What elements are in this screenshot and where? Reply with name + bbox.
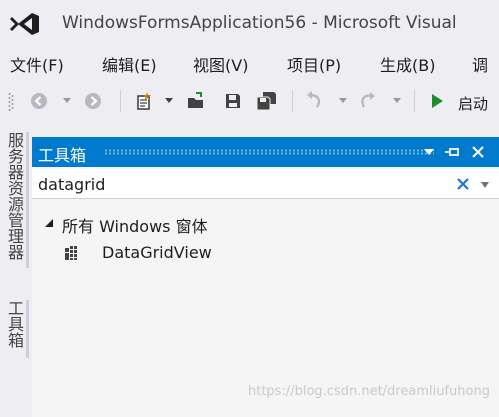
clear-search-icon[interactable] [455, 176, 471, 192]
chevron-down-icon [165, 98, 173, 103]
toolbar-separator [120, 90, 121, 112]
redo-button[interactable] [356, 90, 378, 112]
new-dropdown-button[interactable] [164, 90, 174, 112]
close-button[interactable] [469, 143, 487, 161]
title-bar: WindowsFormsApplication56 - Microsoft Vi… [0, 0, 499, 46]
standard-toolbar: 启动 [0, 84, 499, 118]
close-icon [472, 146, 484, 158]
forward-icon [85, 93, 101, 109]
menu-edit[interactable]: 编辑(E) [102, 52, 157, 76]
toolbar-grip-icon[interactable] [8, 92, 14, 112]
left-dock-tabs: 服务器资源管理器 工具箱 [0, 132, 30, 417]
tab-server-explorer[interactable]: 服务器资源管理器 [2, 132, 26, 260]
toolbox-panel: 工具箱 所有 Windows 窗体 [32, 137, 499, 417]
pin-icon [445, 148, 459, 156]
redo-icon [361, 92, 375, 108]
toolbar-separator [414, 90, 415, 112]
menu-project[interactable]: 项目(P) [287, 52, 341, 76]
menu-bar: 文件(F) 编辑(E) 视图(V) 项目(P) 生成(B) 调 [0, 50, 499, 78]
window-position-button[interactable] [420, 143, 438, 161]
group-label: 所有 Windows 窗体 [62, 217, 208, 236]
menu-file[interactable]: 文件(F) [10, 52, 64, 76]
undo-button[interactable] [304, 90, 326, 112]
undo-icon [307, 91, 321, 108]
chevron-down-icon [339, 98, 347, 103]
menu-build[interactable]: 生成(B) [380, 52, 435, 76]
visual-studio-logo-icon [10, 13, 39, 35]
save-all-icon [256, 92, 276, 111]
back-dropdown-button[interactable] [62, 90, 72, 112]
save-all-button[interactable] [254, 90, 278, 112]
save-icon [226, 94, 240, 108]
tab-toolbox[interactable]: 工具箱 [2, 300, 26, 348]
datagridview-icon [65, 246, 77, 260]
toolbox-search [32, 169, 499, 199]
chevron-down-icon [393, 98, 401, 103]
new-project-button[interactable] [132, 90, 156, 112]
chevron-down-icon [63, 98, 71, 103]
tab-toolbox-indicator [26, 300, 29, 358]
navigate-back-button[interactable] [28, 90, 50, 112]
watermark: https://blog.csdn.net/dreamliufuhong [248, 384, 490, 399]
open-folder-icon [188, 92, 203, 108]
window-title: WindowsFormsApplication56 - Microsoft Vi… [62, 13, 457, 33]
open-file-button[interactable] [184, 90, 208, 112]
chevron-down-icon [424, 149, 434, 155]
header-grip[interactable] [104, 149, 434, 155]
new-project-icon [137, 92, 151, 110]
chevron-down-icon[interactable] [480, 181, 490, 189]
menu-view[interactable]: 视图(V) [193, 52, 248, 76]
undo-dropdown-button[interactable] [338, 90, 348, 112]
start-debugging-button[interactable] [426, 90, 448, 112]
save-button[interactable] [222, 90, 244, 112]
auto-hide-button[interactable] [444, 143, 462, 161]
toolbox-title: 工具箱 [38, 146, 87, 165]
menu-debug[interactable]: 调 [472, 52, 488, 76]
expand-arrow-icon[interactable] [44, 218, 54, 228]
tab-server-explorer-indicator [26, 132, 29, 268]
play-icon [432, 94, 443, 108]
redo-dropdown-button[interactable] [392, 90, 402, 112]
toolbox-header[interactable]: 工具箱 [32, 137, 499, 167]
toolbar-separator [292, 90, 293, 112]
back-icon [31, 93, 47, 109]
start-label[interactable]: 启动 [458, 93, 488, 114]
item-label: DataGridView [102, 243, 212, 262]
navigate-forward-button[interactable] [82, 90, 104, 112]
search-input[interactable] [38, 173, 438, 195]
